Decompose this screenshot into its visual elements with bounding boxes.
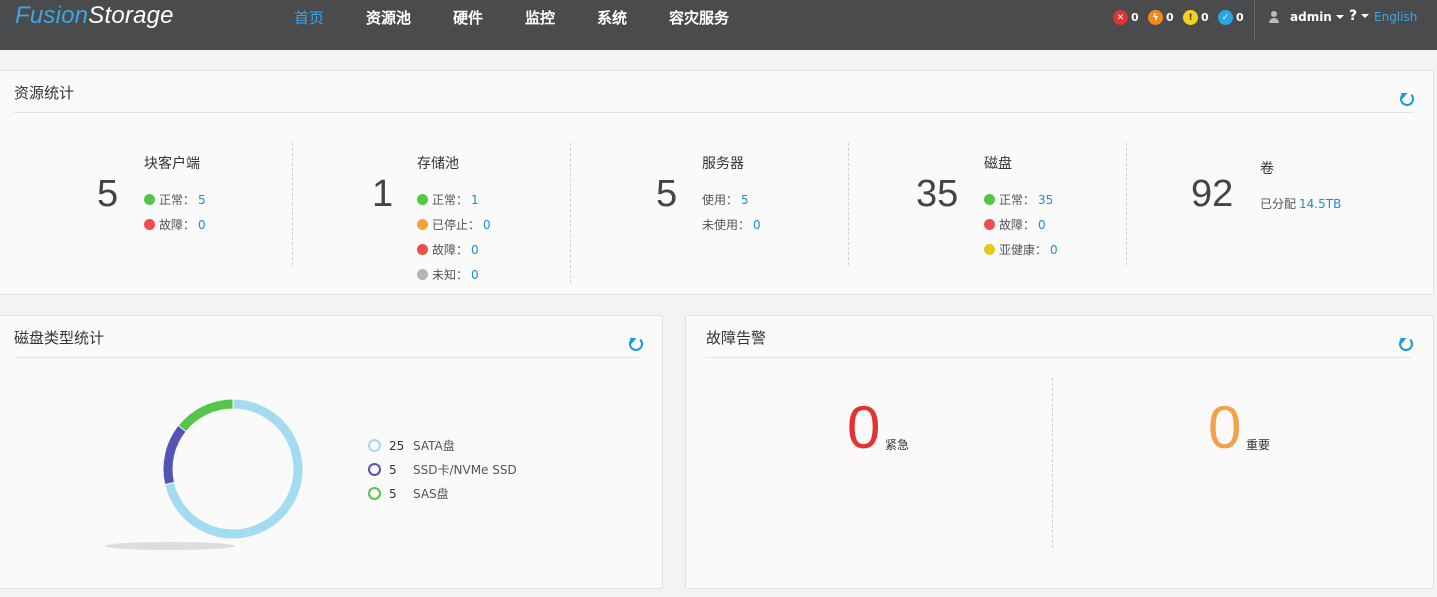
disks-normal: 正常： 35 — [984, 191, 1053, 208]
fault-status-icon — [417, 244, 428, 255]
fault-status-icon — [984, 219, 995, 230]
language-switch[interactable]: English — [1374, 10, 1417, 24]
panel-title: 磁盘类型统计 — [14, 329, 105, 347]
block-clients-count: 5 — [97, 173, 119, 215]
urgent-alarm-count[interactable]: 0 — [847, 398, 880, 458]
normal-status-icon — [417, 194, 428, 205]
column-divider — [292, 143, 293, 265]
info-alarm-indicator[interactable]: ✓ 0 — [1218, 10, 1244, 25]
volumes-allocated: 已分配 14.5TB — [1260, 196, 1342, 212]
block-clients-label: 块客户端 — [144, 156, 200, 172]
panel-title: 资源统计 — [14, 84, 75, 102]
sas-slice[interactable] — [177, 398, 234, 433]
storage-pools-normal: 正常： 1 — [417, 191, 479, 208]
nav-resource-pool[interactable]: 资源池 — [366, 7, 453, 28]
block-clients-fault: 故障： 0 — [144, 216, 206, 233]
subhealth-status-icon — [984, 244, 995, 255]
servers-label: 服务器 — [702, 156, 744, 172]
fusionstorage-logo[interactable]: FusionStorage — [15, 2, 174, 30]
ssd-ring-icon — [368, 463, 381, 476]
title-divider — [14, 357, 639, 358]
unknown-status-icon — [417, 269, 428, 280]
block-clients-normal: 正常： 5 — [144, 191, 206, 208]
disk-type-donut-chart — [105, 398, 304, 550]
normal-status-icon — [144, 194, 155, 205]
nav-monitor[interactable]: 监控 — [525, 7, 597, 28]
nav-hardware[interactable]: 硬件 — [453, 7, 525, 28]
servers-used: 使用： 5 — [702, 192, 749, 208]
panel-title: 故障告警 — [706, 329, 767, 347]
nav-system[interactable]: 系统 — [597, 7, 669, 28]
disks-fault: 故障： 0 — [984, 216, 1046, 233]
minor-alarm-indicator[interactable]: ! 0 — [1183, 10, 1209, 25]
disk-type-panel: 磁盘类型统计 25 SATA盘 5 SSD卡/NVMe SSD 5 SAS盘 — [0, 315, 663, 589]
critical-alarm-icon: ✕ — [1113, 10, 1128, 25]
help-menu[interactable]: ? — [1349, 8, 1370, 24]
nav-disaster-recovery[interactable]: 容灾服务 — [669, 7, 729, 28]
top-navigation-bar: FusionStorage 首页 资源池 硬件 监控 系统 容灾服务 ✕ 0 ϟ0… — [0, 0, 1437, 50]
info-alarm-icon: ✓ — [1218, 10, 1233, 25]
main-nav: 首页 资源池 硬件 监控 系统 容灾服务 — [294, 7, 729, 28]
urgent-alarm-label: 紧急 — [885, 438, 910, 452]
fault-status-icon — [144, 219, 155, 230]
storage-pools-label: 存储池 — [417, 156, 459, 172]
major-alarm-icon: ϟ — [1148, 10, 1163, 25]
column-divider — [1052, 378, 1053, 548]
fault-alarm-panel: 故障告警 0 紧急 0 重要 — [685, 315, 1434, 589]
storage-pools-stopped: 已停止： 0 — [417, 216, 491, 233]
disks-subhealth: 亚健康： 0 — [984, 241, 1058, 258]
storage-pools-unknown: 未知： 0 — [417, 266, 479, 283]
servers-count: 5 — [656, 173, 678, 215]
legend-item-ssd[interactable]: 5 SSD卡/NVMe SSD — [368, 461, 517, 478]
sas-ring-icon — [368, 487, 381, 500]
stopped-status-icon — [417, 219, 428, 230]
legend-item-sas[interactable]: 5 SAS盘 — [368, 485, 449, 502]
refresh-icon[interactable] — [629, 337, 643, 351]
user-menu[interactable]: admin — [1268, 10, 1344, 24]
refresh-icon[interactable] — [1400, 92, 1414, 106]
storage-pools-count: 1 — [372, 173, 394, 215]
chevron-down-icon — [1361, 14, 1370, 18]
ssd-slice[interactable] — [162, 424, 187, 486]
minor-alarm-icon: ! — [1183, 10, 1198, 25]
header-divider — [1254, 0, 1255, 40]
volumes-label: 卷 — [1260, 161, 1274, 177]
column-divider — [1126, 143, 1127, 265]
chevron-down-icon — [1335, 15, 1344, 19]
title-divider — [14, 112, 1414, 113]
normal-status-icon — [984, 194, 995, 205]
title-divider — [706, 357, 1411, 358]
sata-ring-icon — [368, 439, 381, 452]
chart-shadow — [105, 542, 235, 550]
resource-stats-panel: 资源统计 5 块客户端 正常： 5 故障： 0 1 存储池 正常： 1 已停止： 0 故… — [0, 70, 1434, 295]
refresh-icon[interactable] — [1399, 337, 1413, 351]
critical-alarm-indicator[interactable]: ✕ 0 — [1113, 10, 1139, 25]
disks-count: 35 — [916, 173, 959, 215]
important-alarm-label: 重要 — [1246, 438, 1271, 452]
nav-home[interactable]: 首页 — [294, 7, 366, 28]
disks-label: 磁盘 — [984, 156, 1012, 172]
major-alarm-indicator[interactable]: ϟ0 — [1148, 10, 1174, 25]
legend-item-sata[interactable]: 25 SATA盘 — [368, 437, 455, 454]
column-divider — [570, 143, 571, 283]
servers-unused: 未使用： 0 — [702, 217, 761, 233]
user-icon — [1268, 11, 1280, 23]
column-divider — [848, 143, 849, 265]
volumes-count: 92 — [1191, 173, 1234, 215]
storage-pools-fault: 故障： 0 — [417, 241, 479, 258]
important-alarm-count[interactable]: 0 — [1208, 398, 1241, 458]
